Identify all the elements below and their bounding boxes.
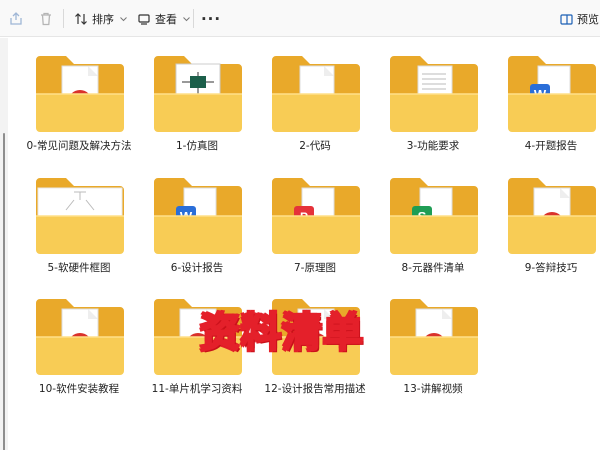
folder-item[interactable]: 2-代码 bbox=[256, 40, 374, 165]
folder-icon bbox=[390, 56, 478, 132]
folder-icon bbox=[390, 299, 478, 375]
folder-icon: W bbox=[154, 178, 242, 254]
folder-item[interactable]: S 8-元器件清单 bbox=[374, 162, 492, 287]
folder-name: 11-单片机学习资料 bbox=[151, 383, 243, 395]
delete-icon[interactable] bbox=[36, 9, 56, 29]
folder-icon bbox=[154, 56, 242, 132]
folder-icon bbox=[36, 56, 124, 132]
scrollbar-thumb[interactable] bbox=[3, 133, 5, 450]
folder-item[interactable]: 1-仿真图 bbox=[138, 40, 256, 165]
chevron-down-icon bbox=[183, 16, 190, 21]
folder-item[interactable]: 13-讲解视频 bbox=[374, 283, 492, 408]
preview-button[interactable]: 预览 bbox=[560, 8, 599, 30]
folder-icon: S bbox=[390, 178, 478, 254]
folder-icon bbox=[36, 299, 124, 375]
folder-name: 6-设计报告 bbox=[170, 262, 224, 274]
folder-name: 13-讲解视频 bbox=[403, 383, 463, 395]
command-bar: 排序 查看 ··· 预览 bbox=[0, 0, 600, 37]
toolbar-separator bbox=[63, 9, 64, 28]
preview-label: 预览 bbox=[577, 13, 599, 26]
sort-button[interactable]: 排序 bbox=[74, 8, 127, 30]
preview-pane-icon bbox=[560, 13, 573, 25]
folder-icon bbox=[36, 178, 124, 254]
more-options-button[interactable]: ··· bbox=[200, 8, 222, 30]
folder-name: 1-仿真图 bbox=[176, 140, 218, 152]
folder-name: 9-答辩技巧 bbox=[524, 262, 578, 274]
folder-name: 5-软硬件框图 bbox=[47, 262, 111, 274]
folder-item[interactable]: W 4-开题报告 bbox=[492, 40, 600, 165]
view-button[interactable]: 查看 bbox=[137, 8, 190, 30]
folder-name: 7-原理图 bbox=[294, 262, 336, 274]
share-icon[interactable] bbox=[6, 9, 26, 29]
folder-icon bbox=[508, 178, 596, 254]
folder-icon: P bbox=[272, 178, 360, 254]
vertical-scrollbar[interactable] bbox=[0, 38, 8, 450]
sort-label: 排序 bbox=[92, 13, 114, 26]
folder-item[interactable]: W 6-设计报告 bbox=[138, 162, 256, 287]
folder-name: 10-软件安装教程 bbox=[38, 383, 120, 395]
folder-item[interactable]: 10-软件安装教程 bbox=[20, 283, 138, 408]
sort-icon bbox=[75, 13, 87, 25]
folder-icon bbox=[272, 56, 360, 132]
folder-name: 8-元器件清单 bbox=[401, 262, 465, 274]
folder-item[interactable]: 9-答辩技巧 bbox=[492, 162, 600, 287]
folder-item[interactable]: 3-功能要求 bbox=[374, 40, 492, 165]
folder-name: 12-设计报告常用描述 bbox=[264, 383, 366, 395]
folder-item[interactable]: P 7-原理图 bbox=[256, 162, 374, 287]
view-label: 查看 bbox=[155, 13, 177, 26]
folder-name: 3-功能要求 bbox=[406, 140, 460, 152]
folder-icon: W bbox=[508, 56, 596, 132]
overlay-caption: 资料清单 bbox=[199, 309, 364, 357]
folder-item[interactable]: 0-常见问题及解决方法 bbox=[20, 40, 138, 165]
folder-name: 4-开题报告 bbox=[524, 140, 578, 152]
folder-item[interactable]: 5-软硬件框图 bbox=[20, 162, 138, 287]
toolbar-separator bbox=[193, 9, 194, 28]
folder-name: 0-常见问题及解决方法 bbox=[26, 140, 132, 152]
chevron-down-icon bbox=[120, 16, 127, 21]
folder-name: 2-代码 bbox=[299, 140, 331, 152]
view-icon bbox=[138, 14, 150, 25]
